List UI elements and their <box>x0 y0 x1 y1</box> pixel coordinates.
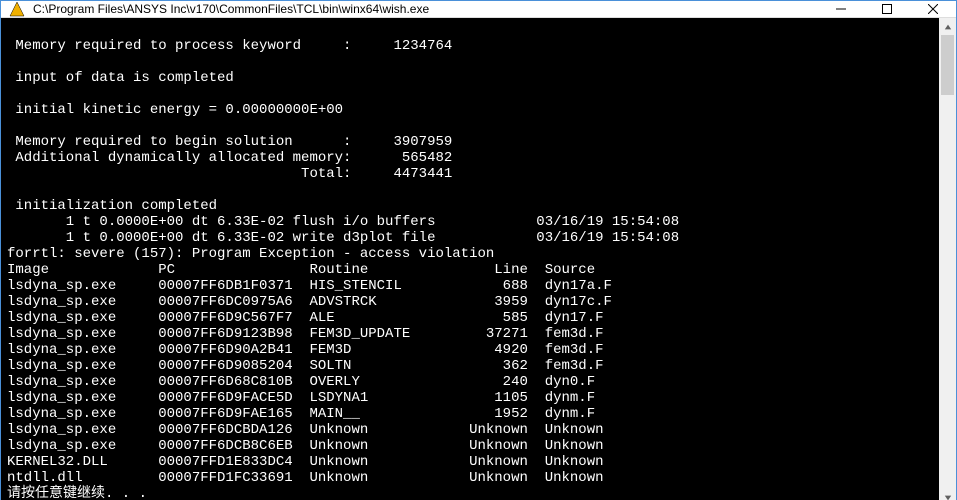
scroll-down-button[interactable] <box>939 489 956 500</box>
window-controls <box>818 1 956 17</box>
vertical-scrollbar <box>939 18 956 500</box>
window-title: C:\Program Files\ANSYS Inc\v170\CommonFi… <box>33 2 818 16</box>
scroll-track[interactable] <box>939 35 956 489</box>
scroll-up-button[interactable] <box>939 18 956 35</box>
client-area: Memory required to process keyword : 123… <box>1 18 956 500</box>
scroll-thumb[interactable] <box>941 35 954 95</box>
close-button[interactable] <box>910 1 956 17</box>
minimize-button[interactable] <box>818 1 864 17</box>
console-output[interactable]: Memory required to process keyword : 123… <box>1 18 939 500</box>
maximize-button[interactable] <box>864 1 910 17</box>
app-window: C:\Program Files\ANSYS Inc\v170\CommonFi… <box>0 0 957 500</box>
title-bar[interactable]: C:\Program Files\ANSYS Inc\v170\CommonFi… <box>1 1 956 18</box>
ansys-app-icon <box>9 1 25 17</box>
